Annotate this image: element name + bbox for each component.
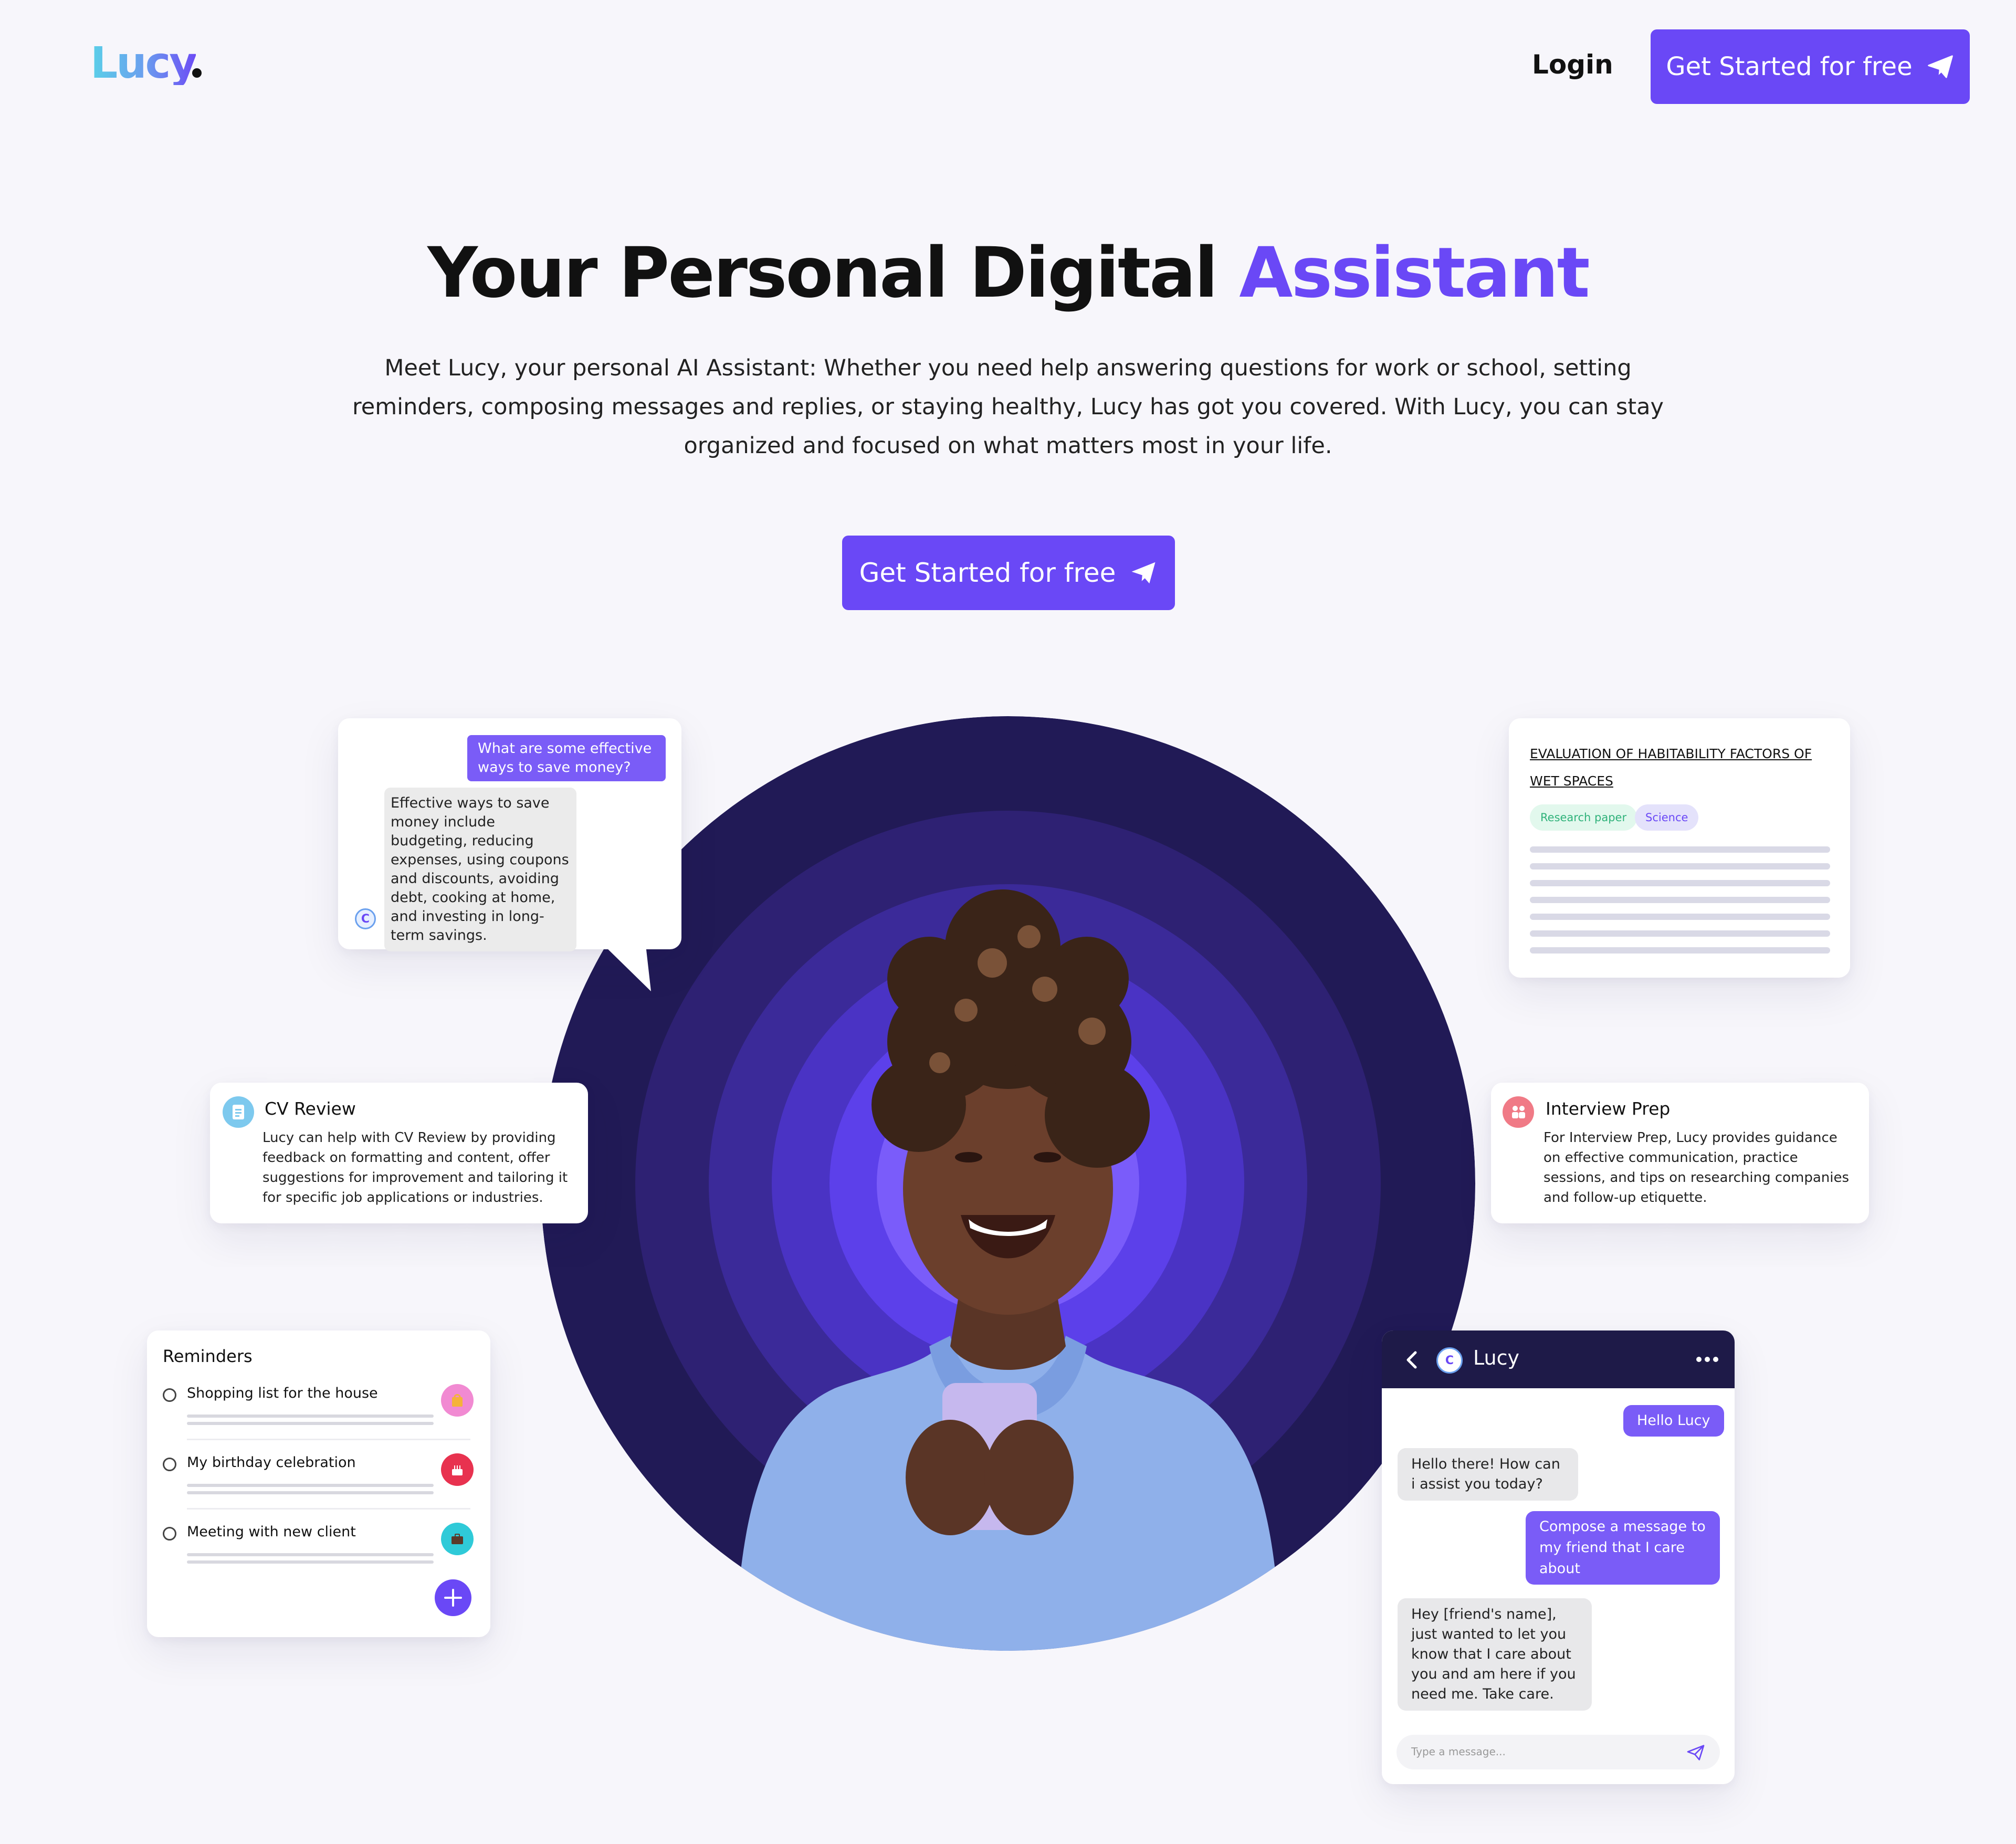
interview-prep-text: For Interview Prep, Lucy provides guidan… bbox=[1544, 1130, 1850, 1206]
shopping-bag-icon bbox=[441, 1384, 474, 1417]
logo[interactable]: Lucy bbox=[90, 42, 197, 85]
lucy-avatar-icon: C bbox=[355, 908, 376, 929]
login-link[interactable]: Login bbox=[1532, 46, 1613, 83]
send-icon[interactable] bbox=[1685, 1742, 1706, 1763]
reminder-line bbox=[187, 1553, 434, 1556]
reminder-checkbox[interactable] bbox=[163, 1388, 176, 1402]
text-line bbox=[1530, 863, 1830, 869]
lucy-chat-card: C Lucy Hello Lucy Hello there! How can i… bbox=[1382, 1330, 1735, 1784]
interview-prep-title: Interview Prep bbox=[1546, 1098, 1671, 1119]
reminder-checkbox[interactable] bbox=[163, 1527, 176, 1541]
cv-review-text: Lucy can help with CV Review by providin… bbox=[262, 1130, 568, 1206]
qa-question-bubble: What are some effective ways to save mon… bbox=[467, 735, 666, 781]
tag-research-paper[interactable]: Research paper bbox=[1530, 804, 1637, 831]
cv-review-card: CV Review Lucy can help with CV Review b… bbox=[210, 1083, 588, 1223]
back-arrow-icon[interactable] bbox=[1403, 1349, 1422, 1370]
chat-header: C Lucy bbox=[1382, 1330, 1735, 1388]
cv-review-title: CV Review bbox=[265, 1098, 356, 1119]
interview-prep-card: Interview Prep For Interview Prep, Lucy … bbox=[1491, 1083, 1869, 1223]
hero-get-started-button[interactable]: Get Started for free bbox=[842, 536, 1175, 610]
reminder-label: Shopping list for the house bbox=[187, 1385, 378, 1401]
divider bbox=[187, 1439, 470, 1440]
header-get-started-button[interactable]: Get Started for free bbox=[1651, 29, 1970, 104]
hero-description: Meet Lucy, your personal AI Assistant: W… bbox=[352, 355, 1664, 459]
interview-people-icon bbox=[1503, 1096, 1534, 1128]
divider bbox=[187, 1508, 470, 1510]
reminders-title: Reminders bbox=[163, 1346, 253, 1366]
chat-message-user: Compose a message to my friend that I ca… bbox=[1526, 1511, 1720, 1585]
paper-plane-icon bbox=[1131, 562, 1156, 584]
lucy-avatar-icon: C bbox=[1436, 1347, 1463, 1374]
reminder-line bbox=[187, 1491, 434, 1494]
reminder-checkbox[interactable] bbox=[163, 1458, 176, 1471]
page-title: Your Personal Digital Assistant bbox=[0, 231, 2016, 315]
logo-dot bbox=[192, 68, 202, 78]
reminders-card: Reminders Shopping list for the house My… bbox=[147, 1330, 490, 1637]
header-cta-label: Get Started for free bbox=[1666, 52, 1913, 81]
title-main: Your Personal Digital bbox=[427, 233, 1240, 313]
paper-title: EVALUATION OF HABITABILITY FACTORS OF WE… bbox=[1530, 746, 1812, 789]
reminder-label: My birthday celebration bbox=[187, 1454, 356, 1471]
paper-plane-icon bbox=[1927, 55, 1953, 78]
add-reminder-button[interactable] bbox=[435, 1579, 471, 1616]
text-line bbox=[1530, 880, 1830, 886]
chat-input-field[interactable]: Type a message... bbox=[1396, 1735, 1720, 1769]
title-accent: Assistant bbox=[1239, 233, 1590, 313]
briefcase-icon bbox=[441, 1523, 474, 1555]
research-paper-card: EVALUATION OF HABITABILITY FACTORS OF WE… bbox=[1509, 718, 1850, 978]
text-line bbox=[1530, 930, 1830, 937]
hero-cta-label: Get Started for free bbox=[859, 558, 1116, 588]
reminder-line bbox=[187, 1560, 434, 1564]
chat-message-bot: Hey [friend's name], just wanted to let … bbox=[1398, 1598, 1592, 1711]
chat-message-bot: Hello there! How can i assist you today? bbox=[1398, 1448, 1578, 1501]
more-options-icon[interactable] bbox=[1696, 1356, 1719, 1363]
reminder-line bbox=[187, 1422, 434, 1425]
reminder-label: Meeting with new client bbox=[187, 1524, 356, 1540]
reminder-line bbox=[187, 1415, 434, 1418]
speech-tail bbox=[604, 945, 651, 991]
chat-input-placeholder: Type a message... bbox=[1411, 1745, 1506, 1758]
qa-chat-card: What are some effective ways to save mon… bbox=[338, 718, 681, 951]
tag-science[interactable]: Science bbox=[1635, 804, 1699, 831]
chat-message-user: Hello Lucy bbox=[1623, 1405, 1724, 1437]
text-line bbox=[1530, 846, 1830, 853]
birthday-cake-icon bbox=[441, 1453, 474, 1486]
text-line bbox=[1530, 914, 1830, 920]
text-line bbox=[1530, 947, 1830, 954]
document-icon bbox=[223, 1096, 254, 1128]
chat-title: Lucy bbox=[1473, 1346, 1519, 1369]
reminder-line bbox=[187, 1484, 434, 1487]
plus-icon bbox=[444, 1589, 462, 1607]
text-line bbox=[1530, 897, 1830, 903]
qa-answer-bubble: Effective ways to save money include bud… bbox=[384, 788, 576, 951]
